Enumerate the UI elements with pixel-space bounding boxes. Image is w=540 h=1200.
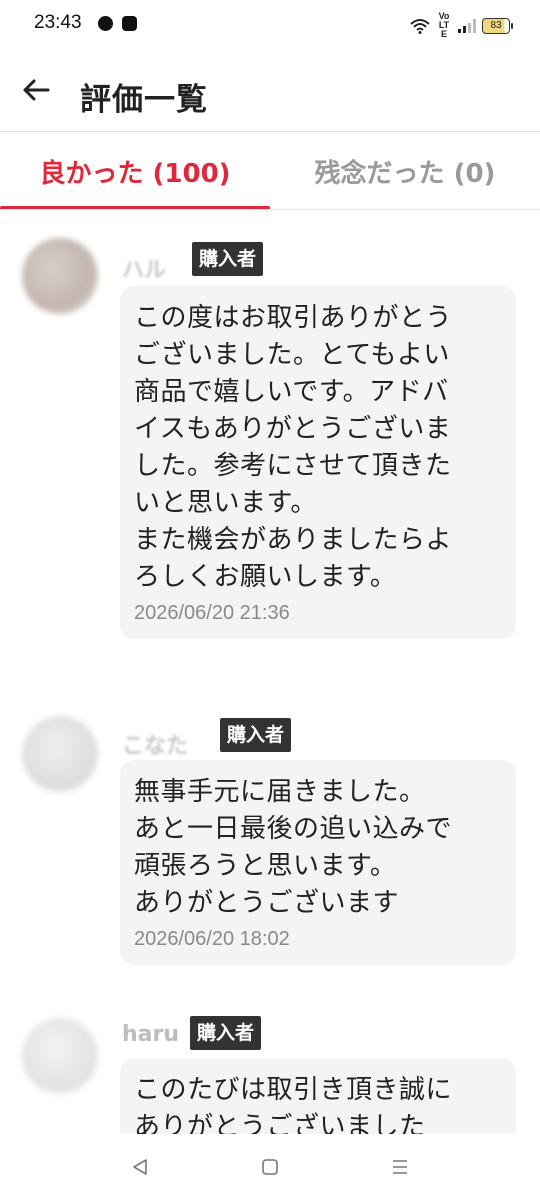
status-indicators: Vo LTE 83: [410, 11, 513, 39]
review-date: 2026/06/20 21:36: [134, 602, 290, 624]
review-date: 2026/06/20 18:02: [134, 928, 290, 950]
avatar[interactable]: [22, 238, 98, 314]
buyer-badge: 購入者: [220, 718, 292, 752]
menu-lines-icon: [393, 1160, 407, 1174]
review-comment: この度はお取引ありがとう ございました。とてもよい 商品で嬉しいです。アドバ イ…: [134, 303, 453, 592]
wifi-icon: [410, 18, 430, 34]
buyer-badge: 購入者: [192, 242, 264, 276]
review-bubble: この度はお取引ありがとう ございました。とてもよい 商品で嬉しいです。アドバ イ…: [120, 286, 516, 639]
page-title: 評価一覧: [80, 82, 208, 118]
reviewer-name[interactable]: haru: [122, 1022, 179, 1047]
review-list[interactable]: ハル 購入者 この度はお取引ありがとう ございました。とてもよい 商品で嬉しいで…: [0, 210, 540, 1134]
review-bubble: このたびは取引き頂き誠に ありがとうございました: [120, 1058, 516, 1134]
review-tabs: 良かった (100) 残念だった (0): [0, 132, 540, 210]
avatar[interactable]: [22, 716, 98, 792]
status-time: 23:43: [34, 12, 82, 33]
review-comment: このたびは取引き頂き誠に ありがとうございました: [134, 1075, 453, 1134]
system-nav-bar: [0, 1134, 540, 1200]
nav-back-button[interactable]: [120, 1150, 160, 1184]
home-square-icon: [262, 1159, 278, 1175]
buyer-badge: 購入者: [190, 1016, 262, 1050]
tab-bad-label: 残念だった (0): [314, 158, 496, 189]
review-comment: 無事手元に届きました。 あと一日最後の追い込みで 頑張ろうと思います。 ありがと…: [134, 777, 453, 918]
tab-bad[interactable]: 残念だった (0): [270, 132, 540, 210]
back-triangle-icon: [133, 1159, 147, 1175]
tab-good-label: 良かった (100): [39, 158, 231, 189]
status-bar: 23:43 Vo LTE 83: [0, 0, 540, 50]
volte-label: Vo LTE: [438, 11, 450, 39]
nav-home-button[interactable]: [250, 1150, 290, 1184]
tab-good[interactable]: 良かった (100): [0, 132, 270, 210]
app-notification-icon: [98, 16, 113, 31]
avatar[interactable]: [22, 1018, 98, 1094]
review-bubble: 無事手元に届きました。 あと一日最後の追い込みで 頑張ろうと思います。 ありがと…: [120, 760, 516, 965]
app-notification-icon: [122, 16, 137, 31]
reviewer-name[interactable]: ハル: [122, 252, 166, 284]
app-bar: 評価一覧: [0, 52, 540, 132]
arrow-left-icon: [23, 79, 50, 101]
signal-icon: [458, 18, 476, 33]
nav-menu-button[interactable]: [380, 1150, 420, 1184]
reviewer-name[interactable]: こなた: [122, 728, 188, 760]
battery-icon: 83: [482, 17, 513, 34]
back-button[interactable]: [12, 66, 60, 114]
